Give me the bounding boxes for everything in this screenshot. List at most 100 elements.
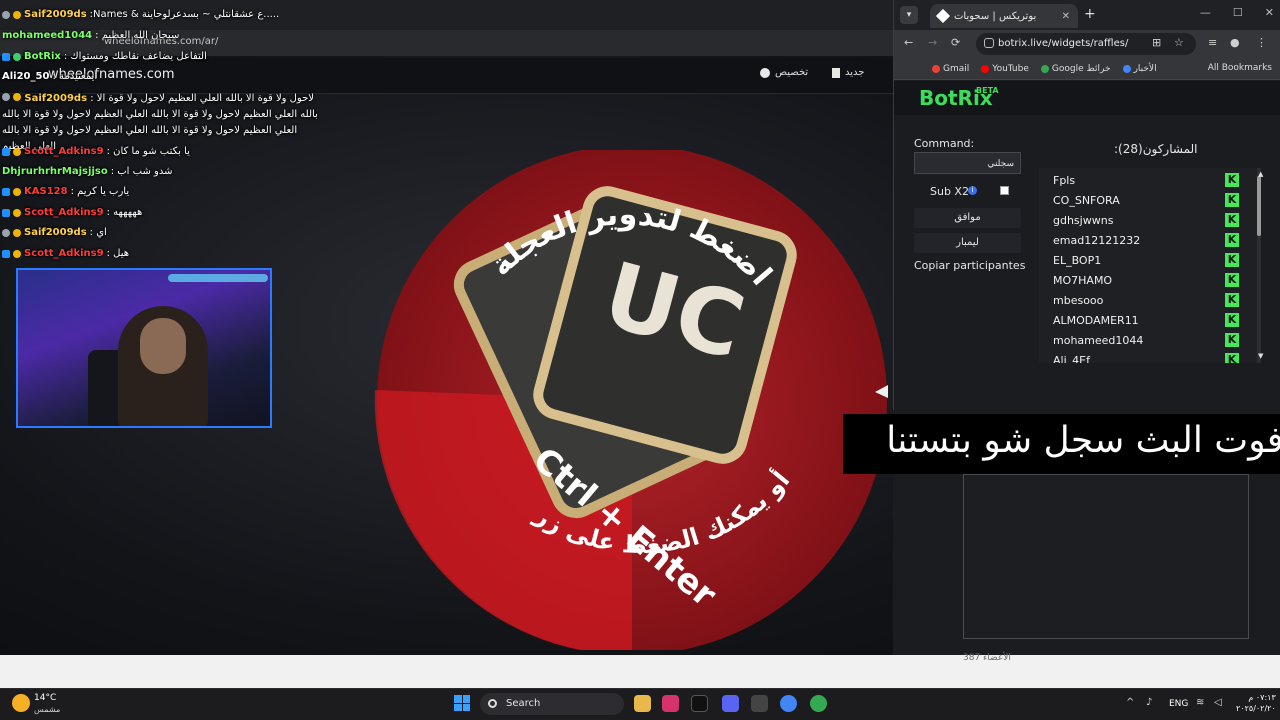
- kick-logo-icon: K: [1225, 213, 1239, 227]
- youtube-icon: [981, 64, 990, 73]
- chat-text: : ايمعنيدمة: [52, 71, 98, 82]
- participant-name: Ali_4Ef: [1053, 354, 1090, 363]
- chat-username: Scott_Adkins9: [24, 207, 104, 218]
- tab-search-button[interactable]: ▾: [900, 6, 918, 24]
- command-label: Command:: [914, 137, 975, 150]
- streamer-webcam: [16, 268, 272, 428]
- list-item: ALMODAMER11 K: [1039, 310, 1249, 330]
- address-bar[interactable]: botrix.live/widgets/raffles/: [976, 33, 1196, 55]
- app-icon[interactable]: [751, 695, 768, 712]
- maps-icon: [1040, 64, 1049, 73]
- command-input[interactable]: [914, 152, 1021, 174]
- chat-message: Saif2009ds :Names & ع عشقانتلي ~ بسدعرلو…: [2, 9, 279, 20]
- list-item: Ali_4Ef K: [1039, 350, 1249, 363]
- language-indicator[interactable]: ENG: [1169, 699, 1188, 709]
- taskbar-search[interactable]: Search: [480, 693, 624, 715]
- file-explorer-icon[interactable]: [634, 695, 651, 712]
- chat-username: mohameed1044: [2, 30, 93, 41]
- scroll-up-arrow-icon[interactable]: ▲: [1258, 170, 1263, 178]
- kick-logo-icon: K: [1225, 173, 1239, 187]
- volume-icon[interactable]: ◁: [1214, 697, 1222, 708]
- close-window-icon[interactable]: ✕: [1265, 6, 1274, 19]
- spin-wheel[interactable]: UC اضغط لتدوير العجلة Ctrl + Enter أو يم…: [370, 150, 890, 650]
- kick-logo-icon: K: [1225, 253, 1239, 267]
- weather-description[interactable]: مشمس: [34, 705, 60, 714]
- bookmark-star-icon[interactable]: ☆: [1174, 36, 1184, 49]
- bookmark-news[interactable]: الأخبار: [1122, 64, 1157, 74]
- scrollbar-thumb[interactable]: [1257, 176, 1261, 236]
- verified-badge-icon: [2, 147, 10, 156]
- participant-name: ALMODAMER11: [1053, 314, 1139, 327]
- kick-logo-icon: K: [1225, 293, 1239, 307]
- menu-dots-icon[interactable]: ⋮: [1256, 36, 1267, 49]
- maximize-icon[interactable]: ☐: [1233, 6, 1243, 19]
- participants-list[interactable]: Fpls K CO_SNFORA K gdhsjwwns K emad12121232…: [1039, 168, 1261, 363]
- bookmark-gmail[interactable]: Gmail: [932, 64, 969, 74]
- bookmark-google-maps[interactable]: Google خرائط: [1040, 64, 1111, 74]
- chat-message: DhjrurhrhrMajsjjso : شدو شب اب: [2, 166, 172, 177]
- weather-sun-icon[interactable]: [12, 694, 30, 712]
- reload-icon[interactable]: ⟳: [951, 36, 960, 49]
- new-tab-button[interactable]: +: [1084, 6, 1096, 22]
- confirm-button[interactable]: موافق: [914, 208, 1021, 228]
- tray-chevron-icon[interactable]: ^: [1126, 697, 1134, 708]
- profile-avatar-icon[interactable]: ●: [1230, 36, 1240, 49]
- list-item: EL_BOP1 K: [1039, 250, 1249, 270]
- all-bookmarks-button[interactable]: All Bookmarks: [1208, 63, 1272, 73]
- beta-badge: BETA: [976, 86, 999, 95]
- copy-participants-button[interactable]: Copiar participantes: [914, 259, 1025, 272]
- site-info-icon[interactable]: [984, 38, 994, 48]
- list-item: gdhsjwwns K: [1039, 210, 1249, 230]
- microphone-icon[interactable]: ♪: [1146, 697, 1152, 708]
- subscriber-badge-icon: [13, 208, 21, 217]
- back-arrow-icon[interactable]: ←: [904, 36, 913, 49]
- participants-scrollbar[interactable]: [1257, 168, 1261, 363]
- translate-icon[interactable]: ⊞: [1152, 36, 1161, 49]
- tab-botrix-raffles[interactable]: بوتريكس | سحوبات ✕: [930, 4, 1078, 28]
- customize-menu-button[interactable]: تخصيص: [760, 67, 808, 78]
- members-count: الأعضاء 387: [963, 653, 1011, 663]
- moderator-badge-icon: [2, 10, 10, 19]
- tab-close-icon[interactable]: ✕: [1062, 11, 1070, 22]
- chat-text: :Names & ع عشقانتلي ~ بسدعرلوحاينة.....: [89, 9, 280, 20]
- bookmark-youtube[interactable]: YouTube: [981, 64, 1029, 74]
- chat-username: Scott_Adkins9: [24, 146, 104, 157]
- tiktok-icon[interactable]: [691, 695, 708, 712]
- banner-text: فوت البث سجل شو بتستنا: [886, 420, 1280, 461]
- wifi-icon[interactable]: ≋: [1196, 697, 1204, 708]
- chrome-profile-icon[interactable]: [810, 695, 827, 712]
- new-menu-button[interactable]: جديد: [832, 67, 864, 78]
- kick-logo-icon: K: [1225, 273, 1239, 287]
- webcam-led-strip: [168, 274, 268, 282]
- chat-message: mohameed1044 : سبحان الله العظيم: [2, 30, 179, 41]
- subscriber-badge-icon: [13, 147, 21, 156]
- clock[interactable]: ٠٧:١٣ م ٢٠٢٥/٠٢/٢٠: [1236, 692, 1276, 714]
- participants-title: المشاركون(28):: [1114, 142, 1198, 156]
- subscriber-badge-icon: [13, 249, 21, 258]
- minimize-icon[interactable]: —: [1200, 6, 1211, 19]
- forward-arrow-icon[interactable]: →: [928, 36, 937, 49]
- kick-logo-icon: K: [1225, 333, 1239, 347]
- scroll-down-arrow-icon[interactable]: ▼: [1258, 352, 1263, 360]
- participant-name: gdhsjwwns: [1053, 214, 1114, 227]
- reset-button[interactable]: ليمبار: [914, 233, 1021, 253]
- chat-username: Saif2009ds: [24, 9, 87, 20]
- start-button[interactable]: [454, 695, 470, 711]
- sub-x2-checkbox[interactable]: [1000, 186, 1009, 195]
- instagram-icon[interactable]: [662, 695, 679, 712]
- botrix-browser-window: ▾ بوتريكس | سحوبات ✕ + — ☐ ✕ ← → ⟳ botri…: [893, 0, 1280, 410]
- search-icon: [488, 699, 497, 708]
- subscriber-badge-icon: [13, 10, 21, 19]
- chrome-icon[interactable]: [780, 695, 797, 712]
- weather-temperature[interactable]: 14°C: [34, 693, 56, 703]
- news-icon: [1122, 64, 1131, 73]
- list-item: CO_SNFORA K: [1039, 190, 1249, 210]
- discord-icon[interactable]: [722, 695, 739, 712]
- info-icon[interactable]: i: [968, 186, 977, 195]
- extensions-icon[interactable]: ≡: [1208, 36, 1217, 49]
- list-item: mbesooo K: [1039, 290, 1249, 310]
- verified-badge-icon: [2, 52, 10, 61]
- chat-message: Scott_Adkins9 : يا بكتب شو ما كان: [2, 146, 190, 157]
- moderator-badge-icon: [2, 93, 10, 101]
- verified-badge-icon: [2, 249, 10, 258]
